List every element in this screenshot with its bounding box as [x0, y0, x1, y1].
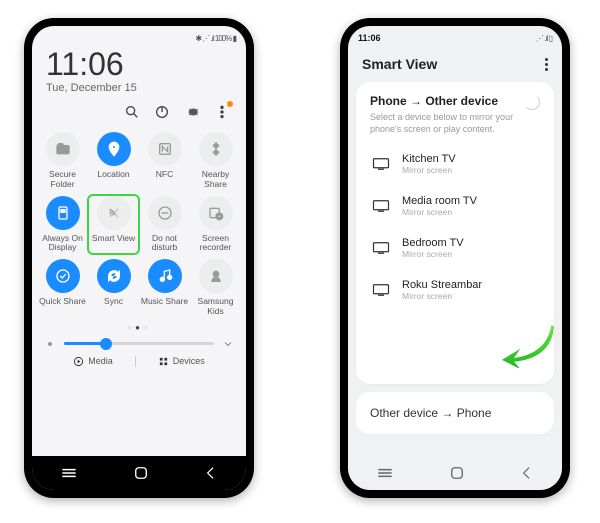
card-title: Phone → Other device: [370, 94, 540, 108]
nav-bar: [348, 456, 562, 490]
device-list-card: Phone → Other device Select a device bel…: [356, 82, 554, 384]
devices-button[interactable]: Devices: [158, 356, 205, 367]
tile-label: Location: [97, 170, 129, 188]
page-title: Smart View: [362, 56, 437, 72]
nav-bar: [32, 456, 246, 490]
device-item[interactable]: Media room TVMirror screen: [370, 185, 540, 227]
tile-nearby-share[interactable]: NearbyShare: [191, 132, 240, 190]
device-name: Kitchen TV: [402, 153, 456, 165]
device-sub: Mirror screen: [402, 207, 477, 217]
quick-tiles-grid: SecureFolder Location NFC NearbyShare Always…: [32, 126, 246, 319]
status-bar: ✱ ⋰ .ıl 100% ▮: [32, 26, 246, 48]
tile-secure-folder[interactable]: SecureFolder: [38, 132, 87, 190]
card-subtitle: Select a device below to mirror your pho…: [370, 112, 540, 135]
smart-view-header: Smart View: [348, 48, 562, 82]
power-icon[interactable]: [154, 104, 170, 120]
device-name: Bedroom TV: [402, 237, 464, 249]
device-sub: Mirror screen: [402, 291, 482, 301]
tile-screen-rec[interactable]: Screenrecorder: [191, 196, 240, 254]
expand-icon[interactable]: [222, 338, 234, 350]
clock: 11:06: [46, 48, 232, 80]
qshare-icon: [46, 259, 80, 293]
music-icon: [148, 259, 182, 293]
search-icon[interactable]: [124, 104, 140, 120]
status-bar: 11:06 ⋰ .ıl ▯: [348, 26, 562, 48]
status-right: ⋰ .ıl ▯: [536, 34, 552, 43]
tile-sync[interactable]: Sync: [89, 259, 138, 317]
tile-label: Screenrecorder: [200, 234, 232, 254]
date: Tue, December 15: [46, 82, 232, 94]
icon-bar: [32, 94, 246, 126]
tile-dnd[interactable]: Do notdisturb: [140, 196, 189, 254]
device-item[interactable]: Bedroom TVMirror screen: [370, 227, 540, 269]
phone-smart-view: 11:06 ⋰ .ıl ▯ Smart View Phone → Other d…: [340, 18, 570, 498]
dnd-icon: [148, 196, 182, 230]
device-item[interactable]: Kitchen TVMirror screen: [370, 143, 540, 185]
tile-label: SamsungKids: [198, 297, 234, 317]
tile-smart-view[interactable]: Smart View: [87, 194, 140, 256]
loading-spinner-icon: [524, 94, 540, 110]
page-indicator: ○●○: [32, 323, 246, 332]
tv-icon: [372, 283, 390, 297]
device-name: Media room TV: [402, 195, 477, 207]
brightness-row: [32, 332, 246, 350]
pin-icon: [97, 132, 131, 166]
tile-aod[interactable]: Always OnDisplay: [38, 196, 87, 254]
media-devices-row: Media Devices: [32, 350, 246, 371]
status-right: ✱ ⋰ .ıl 100% ▮: [195, 34, 236, 43]
tile-label: Always OnDisplay: [42, 234, 83, 254]
tile-label: NearbyShare: [202, 170, 229, 190]
device-item[interactable]: Roku StreambarMirror screen: [370, 269, 540, 311]
recents-button[interactable]: [375, 466, 395, 480]
gear-icon[interactable]: [184, 104, 200, 120]
other-device-card[interactable]: Other device → Phone: [356, 392, 554, 434]
folder-icon: [46, 132, 80, 166]
more-icon[interactable]: [545, 58, 548, 71]
tile-label: Do notdisturb: [152, 234, 178, 254]
rec-icon: [199, 196, 233, 230]
home-button[interactable]: [132, 464, 150, 482]
screen: 11:06 ⋰ .ıl ▯ Smart View Phone → Other d…: [348, 26, 562, 490]
tile-label: SecureFolder: [49, 170, 76, 190]
tile-location[interactable]: Location: [89, 132, 138, 190]
screen: ✱ ⋰ .ıl 100% ▮ 11:06 Tue, December 15 Se…: [32, 26, 246, 490]
nearby-icon: [199, 132, 233, 166]
tv-icon: [372, 241, 390, 255]
device-name: Roku Streambar: [402, 279, 482, 291]
tile-quick-share[interactable]: Quick Share: [38, 259, 87, 317]
aod-icon: [46, 196, 80, 230]
tv-icon: [372, 199, 390, 213]
tile-music-share[interactable]: Music Share: [140, 259, 189, 317]
home-button[interactable]: [448, 464, 466, 482]
brightness-low-icon: [44, 338, 56, 350]
cast-icon: [97, 196, 131, 230]
tile-label: NFC: [156, 170, 173, 188]
kids-icon: [199, 259, 233, 293]
media-button[interactable]: Media: [73, 356, 113, 367]
tile-label: Music Share: [141, 297, 188, 315]
device-sub: Mirror screen: [402, 249, 464, 259]
tile-label: Quick Share: [39, 297, 86, 315]
tv-icon: [372, 157, 390, 171]
back-button[interactable]: [519, 465, 535, 481]
sync-icon: [97, 259, 131, 293]
brightness-slider[interactable]: [64, 342, 214, 345]
status-time: 11:06: [358, 33, 381, 43]
tile-nfc[interactable]: NFC: [140, 132, 189, 190]
phone-quick-settings: ✱ ⋰ .ıl 100% ▮ 11:06 Tue, December 15 Se…: [24, 18, 254, 498]
tile-label: Smart View: [92, 234, 135, 252]
back-button[interactable]: [203, 465, 219, 481]
recents-button[interactable]: [59, 466, 79, 480]
more-icon[interactable]: [214, 104, 230, 120]
tile-label: Sync: [104, 297, 123, 315]
nfc-icon: [148, 132, 182, 166]
tile-samsung-kids[interactable]: SamsungKids: [191, 259, 240, 317]
device-sub: Mirror screen: [402, 165, 456, 175]
